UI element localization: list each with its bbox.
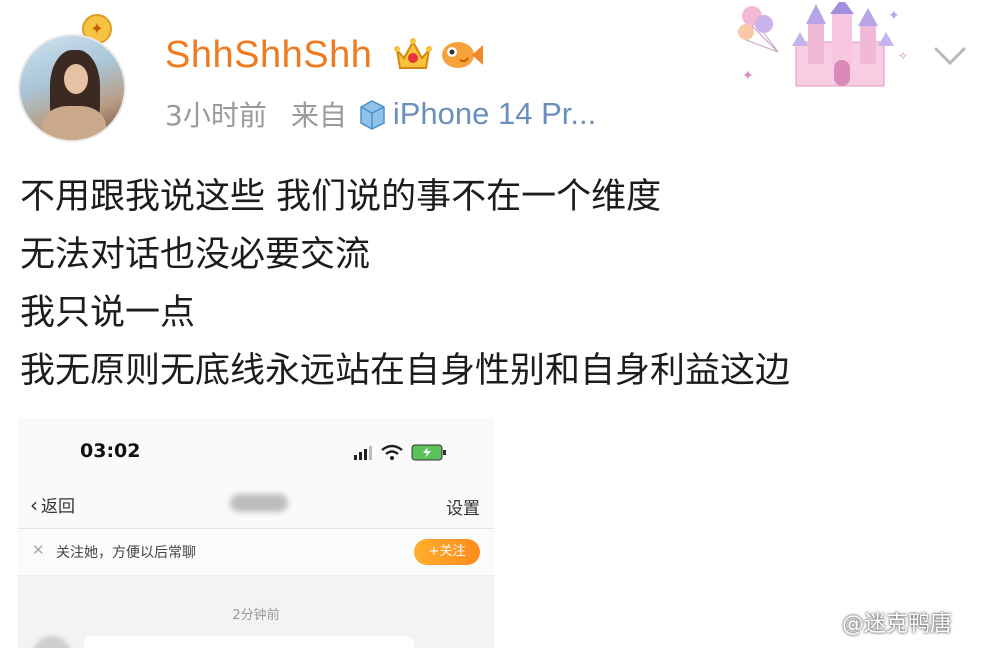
close-icon[interactable]: ✕ bbox=[32, 541, 45, 559]
source-label: 来自 bbox=[290, 99, 347, 132]
device-link[interactable]: iPhone 14 Pr... bbox=[393, 96, 596, 132]
fish-icon bbox=[442, 42, 483, 68]
back-label: 返回 bbox=[41, 497, 75, 517]
chat-avatar bbox=[32, 636, 72, 648]
follow-tip: 关注她，方便以后常聊 bbox=[56, 545, 196, 561]
post-line: 无法对话也没必要交流 bbox=[20, 235, 371, 275]
follow-banner: ✕ 关注她，方便以后常聊 +关注 bbox=[18, 529, 494, 576]
attached-image[interactable]: 03:02 ‹ 返回 设置 ✕ 关注她，方便以后常聊 +关注 2分钟前 bbox=[18, 418, 494, 648]
post-body: 不用跟我说这些 我们说的事不在一个维度 无法对话也没必要交流 我只说一点 我无原… bbox=[20, 168, 790, 400]
post-line: 我只说一点 bbox=[20, 293, 196, 333]
svg-text:✦: ✦ bbox=[742, 68, 754, 84]
svg-text:✧: ✧ bbox=[898, 49, 908, 63]
castle-balloons-sticker: ✦ ✦ ✧ bbox=[738, 2, 908, 87]
crown-icon bbox=[394, 38, 432, 69]
username[interactable]: ShhShhShh bbox=[165, 34, 372, 77]
watermark: @迷克鸭唐 bbox=[810, 606, 952, 638]
user-avatar[interactable]: ✦ bbox=[18, 14, 126, 142]
post-line: 不用跟我说这些 我们说的事不在一个维度 bbox=[20, 177, 662, 217]
settings-button[interactable]: 设置 bbox=[446, 494, 480, 519]
signal-wifi-battery-icon bbox=[354, 444, 446, 461]
chat-timestamp: 2分钟前 bbox=[232, 608, 280, 623]
chat-navbar: ‹ 返回 设置 bbox=[18, 480, 494, 529]
svg-text:✦: ✦ bbox=[888, 8, 900, 24]
watermark-text: @迷克鸭唐 bbox=[842, 612, 953, 637]
post-meta: 3小时前 来自 iPhone 14 Pr... bbox=[165, 94, 596, 134]
avatar-image bbox=[18, 34, 126, 142]
chevron-left-icon: ‹ bbox=[30, 493, 38, 517]
blurred-contact-name bbox=[230, 494, 288, 512]
status-bar: 03:02 bbox=[18, 418, 494, 480]
follow-button[interactable]: +关注 bbox=[414, 539, 480, 565]
back-button[interactable]: ‹ 返回 bbox=[30, 492, 75, 517]
weibo-logo-icon bbox=[810, 612, 837, 634]
chat-bubble bbox=[84, 636, 414, 648]
chevron-down-icon[interactable] bbox=[930, 44, 970, 68]
post-time: 3小时前 bbox=[165, 99, 267, 132]
post-line: 我无原则无底线永远站在自身性别和自身利益这边 bbox=[20, 351, 791, 391]
phone-icon bbox=[360, 100, 385, 130]
status-clock: 03:02 bbox=[80, 440, 141, 462]
